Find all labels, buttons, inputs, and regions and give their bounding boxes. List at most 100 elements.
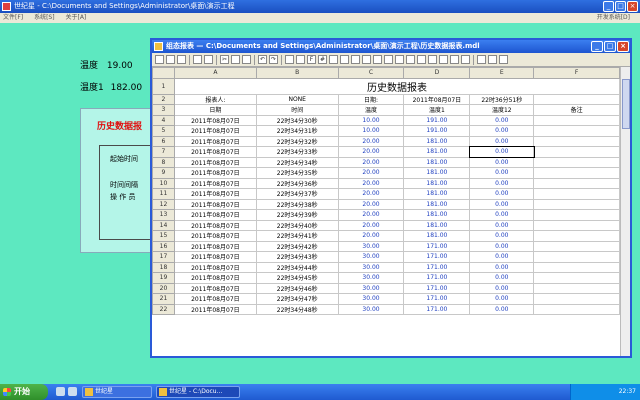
table-cell-notes[interactable] <box>533 303 620 315</box>
app-close-button[interactable]: × <box>627 1 638 12</box>
table-cell-notes[interactable] <box>533 135 620 147</box>
insert-col-icon[interactable] <box>450 55 459 64</box>
table-cell[interactable]: 181.00 <box>403 209 471 221</box>
column-title-cell[interactable]: 温度1 <box>403 104 471 116</box>
table-cell[interactable]: 2011年08月07日 <box>173 188 257 200</box>
align-left-icon[interactable] <box>340 55 349 64</box>
table-cell[interactable]: 10.00 <box>337 114 405 126</box>
table-cell-notes[interactable] <box>533 188 620 200</box>
table-cell[interactable]: 181.00 <box>403 230 471 242</box>
table-cell-notes[interactable] <box>533 146 620 158</box>
table-cell[interactable]: 0.00 <box>469 240 535 252</box>
table-cell[interactable]: 0.00 <box>469 219 535 231</box>
table-cell[interactable]: 0.00 <box>469 156 535 168</box>
table-cell[interactable]: 22时34分39秒 <box>255 209 339 221</box>
valign-bottom-icon[interactable] <box>406 55 415 64</box>
table-cell[interactable]: 191.00 <box>403 125 471 137</box>
table-cell[interactable]: 20.00 <box>337 219 405 231</box>
table-cell[interactable]: 2011年08月07日 <box>173 240 257 252</box>
justify-icon[interactable] <box>373 55 382 64</box>
row-header[interactable]: 4 <box>152 114 175 126</box>
table-cell[interactable]: 2011年08月07日 <box>173 135 257 147</box>
row-header[interactable]: 7 <box>152 146 175 158</box>
table-cell[interactable]: 0.00 <box>469 251 535 263</box>
table-cell[interactable]: 22时34分32秒 <box>255 135 339 147</box>
row-header[interactable]: 17 <box>152 251 175 263</box>
table-cell[interactable]: 2011年08月07日 <box>173 209 257 221</box>
border-icon[interactable] <box>329 55 338 64</box>
table-cell-notes[interactable] <box>533 261 620 273</box>
table-cell[interactable]: 22时34分35秒 <box>255 167 339 179</box>
print-preview-icon[interactable] <box>193 55 202 64</box>
table-cell[interactable]: 20.00 <box>337 146 405 158</box>
table-cell[interactable]: 2011年08月07日 <box>173 219 257 231</box>
table-cell-notes[interactable] <box>533 198 620 210</box>
header-info-cell[interactable]: 日期: <box>337 93 405 105</box>
header-info-cell[interactable]: NONE <box>255 93 339 105</box>
table-cell-notes[interactable] <box>533 293 620 305</box>
table-cell[interactable]: 22时34分47秒 <box>255 293 339 305</box>
table-cell[interactable]: 30.00 <box>337 240 405 252</box>
column-title-cell[interactable]: 温度 <box>337 104 405 116</box>
table-cell[interactable]: 181.00 <box>403 198 471 210</box>
table-cell[interactable]: 22时34分41秒 <box>255 230 339 242</box>
table-cell-notes[interactable] <box>533 282 620 294</box>
cell-icon[interactable] <box>296 55 305 64</box>
table-cell[interactable]: 22时34分43秒 <box>255 251 339 263</box>
table-cell[interactable]: 0.00 <box>469 303 535 315</box>
copy-icon[interactable] <box>231 55 240 64</box>
column-header[interactable]: E <box>469 67 535 79</box>
merge-icon[interactable] <box>417 55 426 64</box>
task-app[interactable]: 世纪星 <box>82 386 152 398</box>
table-cell[interactable]: 181.00 <box>403 177 471 189</box>
table-cell[interactable]: 2011年08月07日 <box>173 146 257 158</box>
table-cell[interactable]: 0.00 <box>469 188 535 200</box>
menu-file[interactable]: 文件[F] <box>3 14 23 21</box>
table-cell[interactable]: 30.00 <box>337 261 405 273</box>
vertical-scrollbar[interactable] <box>620 67 630 356</box>
row-header[interactable]: 3 <box>152 104 175 116</box>
insert-row-icon[interactable] <box>439 55 448 64</box>
table-cell[interactable]: 2011年08月07日 <box>173 272 257 284</box>
table-cell[interactable]: 2011年08月07日 <box>173 177 257 189</box>
table-cell[interactable]: 2011年08月07日 <box>173 125 257 137</box>
valign-middle-icon[interactable] <box>395 55 404 64</box>
table-cell[interactable]: 20.00 <box>337 188 405 200</box>
table-cell[interactable]: 171.00 <box>403 261 471 273</box>
table-cell[interactable]: 20.00 <box>337 230 405 242</box>
quicklaunch-desktop-icon[interactable] <box>68 387 77 396</box>
table-cell-notes[interactable] <box>533 177 620 189</box>
table-cell-notes[interactable] <box>533 156 620 168</box>
row-header[interactable]: 13 <box>152 209 175 221</box>
report-window-title-bar[interactable]: 组态报表 — C:\Documents and Settings\Adminis… <box>152 40 630 53</box>
row-header[interactable]: 21 <box>152 293 175 305</box>
table-cell-notes[interactable] <box>533 209 620 221</box>
app-minimize-button[interactable]: _ <box>603 1 614 12</box>
app-maximize-button[interactable]: □ <box>615 1 626 12</box>
table-cell-notes[interactable] <box>533 240 620 252</box>
column-title-cell[interactable]: 日期 <box>173 104 257 116</box>
table-cell[interactable]: 30.00 <box>337 251 405 263</box>
column-header[interactable]: C <box>337 67 405 79</box>
row-header[interactable]: 10 <box>152 177 175 189</box>
table-cell-notes[interactable] <box>533 167 620 179</box>
table-cell[interactable]: 171.00 <box>403 303 471 315</box>
table-cell[interactable]: 171.00 <box>403 251 471 263</box>
table-cell[interactable]: 30.00 <box>337 272 405 284</box>
table-cell-notes[interactable] <box>533 125 620 137</box>
open-icon[interactable] <box>166 55 175 64</box>
table-cell[interactable]: 181.00 <box>403 156 471 168</box>
table-cell[interactable]: 181.00 <box>403 135 471 147</box>
align-center-icon[interactable] <box>351 55 360 64</box>
row-header[interactable]: 8 <box>152 156 175 168</box>
table-cell[interactable]: 0.00 <box>469 282 535 294</box>
delete-icon[interactable] <box>461 55 470 64</box>
table-cell[interactable]: 22时34分31秒 <box>255 125 339 137</box>
table-cell[interactable]: 0.00 <box>469 230 535 242</box>
table-cell[interactable]: 181.00 <box>403 167 471 179</box>
table-cell[interactable]: 2011年08月07日 <box>173 261 257 273</box>
table-cell[interactable]: 171.00 <box>403 282 471 294</box>
table-cell[interactable]: 20.00 <box>337 177 405 189</box>
table-icon[interactable] <box>285 55 294 64</box>
run-icon[interactable] <box>499 55 508 64</box>
